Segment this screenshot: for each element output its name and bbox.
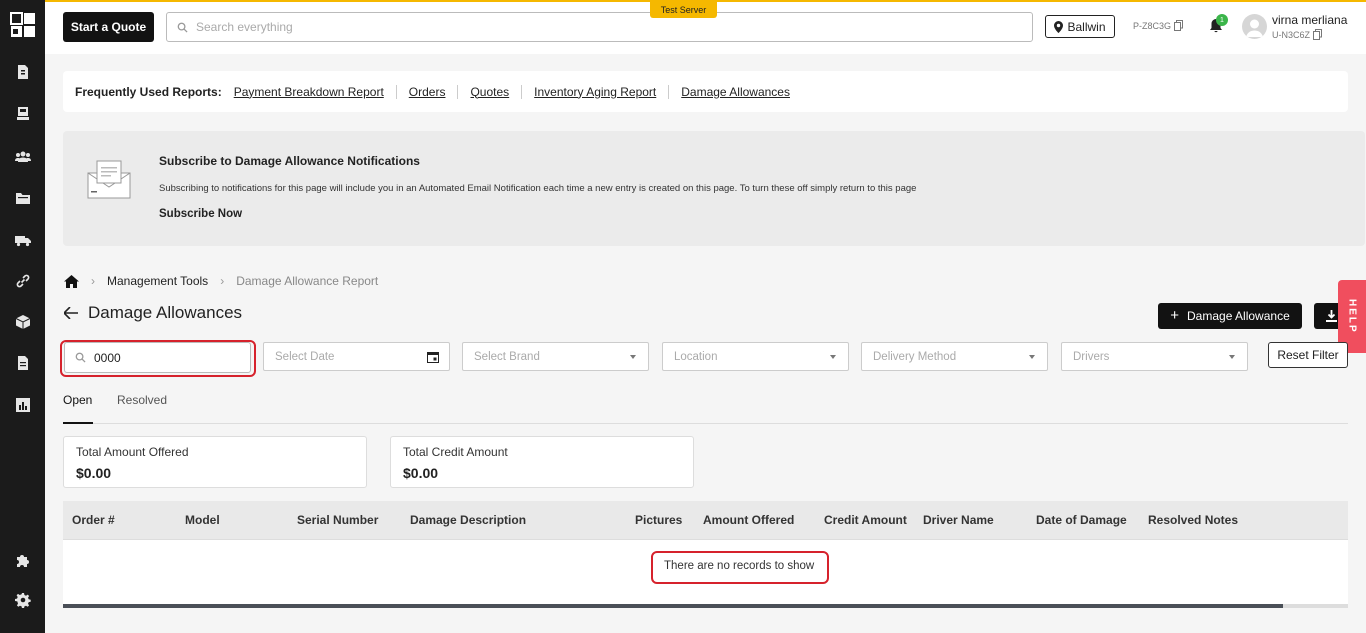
chevron-down-icon [1029,355,1035,359]
report-link-quotes[interactable]: Quotes [457,84,521,99]
column-header[interactable]: Driver Name [923,513,994,527]
profile-code: P-Z8C3G [1133,20,1184,31]
location-dropdown[interactable]: Location [662,342,849,371]
subscribe-now-link[interactable]: Subscribe Now [159,208,242,220]
report-link-inventory-aging[interactable]: Inventory Aging Report [521,84,668,99]
register-icon[interactable] [13,103,33,123]
inventory-box-icon[interactable] [13,312,33,332]
puzzle-icon[interactable] [13,550,33,570]
start-quote-button[interactable]: Start a Quote [63,12,154,42]
total-amount-offered-card: Total Amount Offered $0.00 [63,436,367,488]
search-highlight-outline [60,340,256,377]
scrollbar-thumb[interactable] [63,604,1283,608]
sidebar [0,0,45,633]
location-placeholder: Location [674,350,718,363]
top-header: Start a Quote Search everything Test Ser… [45,2,1366,54]
user-name[interactable]: virna merliana [1272,13,1347,27]
user-avatar[interactable] [1242,14,1267,39]
subscribe-panel: Subscribe to Damage Allowance Notificati… [63,131,1365,246]
app-logo-icon[interactable] [10,12,36,38]
page-title-text: Damage Allowances [88,303,243,322]
document-icon[interactable] [13,353,33,373]
search-placeholder: Search everything [196,20,293,34]
map-pin-icon [1054,20,1064,33]
table-header: Order # Model Serial Number Damage Descr… [63,501,1348,539]
invoice-icon[interactable] [13,62,33,82]
column-header[interactable]: Date of Damage [1036,513,1127,527]
notification-count-badge: 1 [1216,14,1228,26]
drivers-placeholder: Drivers [1073,350,1110,363]
card-title: Total Credit Amount [403,445,508,459]
chevron-down-icon [630,355,636,359]
folder-icon[interactable] [13,188,33,208]
tab-resolved[interactable]: Resolved [117,393,167,424]
subscribe-description: Subscribing to notifications for this pa… [159,183,917,194]
chevron-right-icon: › [220,274,225,288]
report-link-damage-allowances[interactable]: Damage Allowances [668,84,802,99]
column-header[interactable]: Resolved Notes [1148,513,1238,527]
status-tabs: Open Resolved [63,393,1348,424]
empty-state-highlight-outline [651,551,829,584]
back-arrow-icon[interactable] [64,307,78,319]
breadcrumb-management-tools[interactable]: Management Tools [107,274,208,288]
link-icon[interactable] [13,271,33,291]
delivery-method-placeholder: Delivery Method [873,350,957,363]
plus-icon: + [1170,307,1180,324]
delivery-method-dropdown[interactable]: Delivery Method [861,342,1048,371]
chevron-down-icon [830,355,836,359]
chevron-right-icon: › [91,274,95,288]
reports-label: Frequently Used Reports: [75,84,222,99]
select-brand-placeholder: Select Brand [474,350,540,363]
user-code: U-N3C6Z [1272,29,1323,40]
card-value: $0.00 [76,465,112,481]
horizontal-scrollbar[interactable] [63,604,1348,608]
select-date-placeholder: Select Date [275,350,335,363]
breadcrumb: › Management Tools › Damage Allowance Re… [64,274,378,288]
select-date-field[interactable]: Select Date [263,342,450,371]
location-label: Ballwin [1067,19,1106,34]
add-damage-allowance-label: Damage Allowance [1187,309,1290,323]
subscribe-title: Subscribe to Damage Allowance Notificati… [159,154,420,168]
frequently-used-reports-bar: Frequently Used Reports: Payment Breakdo… [63,71,1348,112]
profile-code-text: P-Z8C3G [1133,20,1172,31]
help-label: HELP [1346,299,1358,334]
page-title: Damage Allowances [64,303,242,323]
customers-icon[interactable] [13,146,33,166]
add-damage-allowance-button[interactable]: + Damage Allowance [1158,303,1302,329]
column-header[interactable]: Credit Amount [824,513,907,527]
calendar-icon[interactable] [427,351,439,363]
column-header[interactable]: Serial Number [297,513,378,527]
copy-icon[interactable] [1313,29,1323,40]
reports-chart-icon[interactable] [13,395,33,415]
search-icon [177,22,188,33]
card-value: $0.00 [403,465,439,481]
drivers-dropdown[interactable]: Drivers [1061,342,1248,371]
copy-icon[interactable] [1174,20,1184,31]
report-link-payment-breakdown[interactable]: Payment Breakdown Report [234,85,396,99]
location-button[interactable]: Ballwin [1045,15,1115,38]
column-header[interactable]: Order # [72,513,115,527]
reset-filter-button[interactable]: Reset Filter [1268,342,1348,368]
column-header[interactable]: Amount Offered [703,513,794,527]
truck-icon[interactable] [13,230,33,250]
total-credit-amount-card: Total Credit Amount $0.00 [390,436,694,488]
chevron-down-icon [1229,355,1235,359]
global-search-input[interactable]: Search everything [166,12,1033,42]
breadcrumb-current: Damage Allowance Report [236,274,379,288]
user-code-text: U-N3C6Z [1272,29,1311,40]
card-title: Total Amount Offered [76,445,189,459]
select-brand-dropdown[interactable]: Select Brand [462,342,649,371]
download-icon [1325,310,1337,322]
column-header[interactable]: Damage Description [410,513,526,527]
test-server-badge: Test Server [650,2,717,18]
column-header[interactable]: Model [185,513,220,527]
envelope-notification-icon [87,160,131,199]
home-icon[interactable] [64,274,79,288]
report-link-orders[interactable]: Orders [395,84,458,99]
tab-open[interactable]: Open [63,393,93,424]
column-header[interactable]: Pictures [635,513,682,527]
settings-gear-icon[interactable] [13,590,33,610]
